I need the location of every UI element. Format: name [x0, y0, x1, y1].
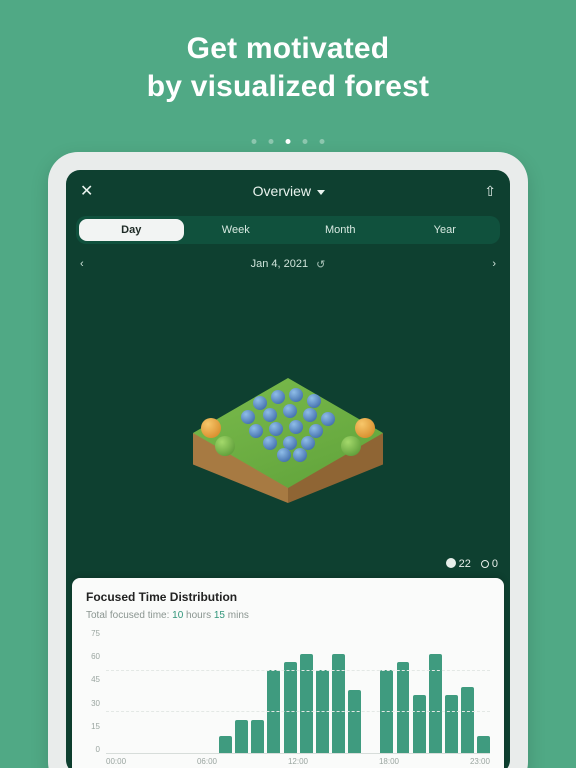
- segment-month[interactable]: Month: [288, 219, 393, 241]
- chart-bar: [348, 690, 361, 753]
- chart-bar: [477, 736, 490, 753]
- chart-bar: [251, 720, 264, 753]
- chart-bars: [106, 629, 490, 754]
- y-tick: 15: [86, 722, 100, 731]
- app-screen: ✕ Overview ⇧ DayWeekMonthYear ‹ Jan 4, 2…: [66, 170, 510, 768]
- chart-bar: [397, 662, 410, 753]
- x-tick: 23:00: [470, 757, 490, 766]
- pager-dot[interactable]: [269, 139, 274, 144]
- date-prev-button[interactable]: ‹: [80, 258, 84, 270]
- card-title: Focused Time Distribution: [86, 590, 490, 604]
- chart-bar: [413, 695, 426, 753]
- period-segmented-control: DayWeekMonthYear: [66, 212, 510, 250]
- dead-tree-count: 0: [481, 558, 498, 570]
- dead-tree-icon: [481, 560, 489, 568]
- chart-bar: [445, 695, 458, 753]
- promo-line2: by visualized forest: [147, 70, 429, 103]
- chart-bar: [267, 670, 280, 753]
- tree-count: 22: [446, 558, 471, 570]
- pager-dot[interactable]: [320, 139, 325, 144]
- forest-stats: 22 0: [446, 558, 498, 570]
- chart-y-axis: 75 60 45 30 15 0: [86, 629, 100, 766]
- segment-week[interactable]: Week: [184, 219, 289, 241]
- y-tick: 60: [86, 652, 100, 661]
- view-title: Overview: [253, 183, 311, 199]
- promo-heading: Get motivated by visualized forest: [0, 0, 576, 105]
- x-tick: 06:00: [197, 757, 217, 766]
- chart-x-axis: 00:00 06:00 12:00 18:00 23:00: [106, 754, 490, 766]
- pager-dot[interactable]: [303, 139, 308, 144]
- date-next-button[interactable]: ›: [492, 258, 496, 270]
- chart-bar: [235, 720, 248, 753]
- chart-bar: [429, 654, 442, 753]
- chevron-down-icon: [317, 190, 325, 195]
- chart-bar: [380, 670, 393, 753]
- chart-bar: [219, 736, 232, 753]
- promo-line1: Get motivated: [187, 32, 390, 65]
- distribution-chart: 75 60 45 30 15 0 00:00 06:00 12:00 18:00 23:00: [86, 629, 490, 766]
- share-icon[interactable]: ⇧: [484, 183, 496, 200]
- chart-bar: [284, 662, 297, 753]
- card-subtitle: Total focused time: 10 hours 15 mins: [86, 610, 490, 621]
- forest-canvas: 22 0: [66, 278, 510, 578]
- x-tick: 18:00: [379, 757, 399, 766]
- y-tick: 75: [86, 629, 100, 638]
- tree-icon: [446, 558, 456, 568]
- chart-bar: [316, 670, 329, 753]
- close-icon[interactable]: ✕: [80, 181, 93, 201]
- chart-bar: [332, 654, 345, 753]
- page-indicator: [252, 139, 325, 144]
- segment-day[interactable]: Day: [79, 219, 184, 241]
- y-tick: 30: [86, 699, 100, 708]
- x-tick: 12:00: [288, 757, 308, 766]
- isometric-forest: [193, 378, 383, 498]
- undo-icon[interactable]: ↺: [316, 258, 325, 271]
- app-header: ✕ Overview ⇧: [66, 170, 510, 212]
- segment-year[interactable]: Year: [393, 219, 498, 241]
- y-tick: 0: [86, 745, 100, 754]
- current-date: Jan 4, 2021: [251, 258, 309, 270]
- view-selector[interactable]: Overview: [253, 183, 325, 199]
- pager-dot[interactable]: [286, 139, 291, 144]
- y-tick: 45: [86, 675, 100, 684]
- pager-dot[interactable]: [252, 139, 257, 144]
- date-nav: ‹ Jan 4, 2021 ↺ ›: [66, 250, 510, 278]
- tablet-frame: ✕ Overview ⇧ DayWeekMonthYear ‹ Jan 4, 2…: [48, 152, 528, 768]
- distribution-card: Focused Time Distribution Total focused …: [72, 578, 504, 768]
- chart-bar: [300, 654, 313, 753]
- chart-bar: [461, 687, 474, 753]
- x-tick: 00:00: [106, 757, 126, 766]
